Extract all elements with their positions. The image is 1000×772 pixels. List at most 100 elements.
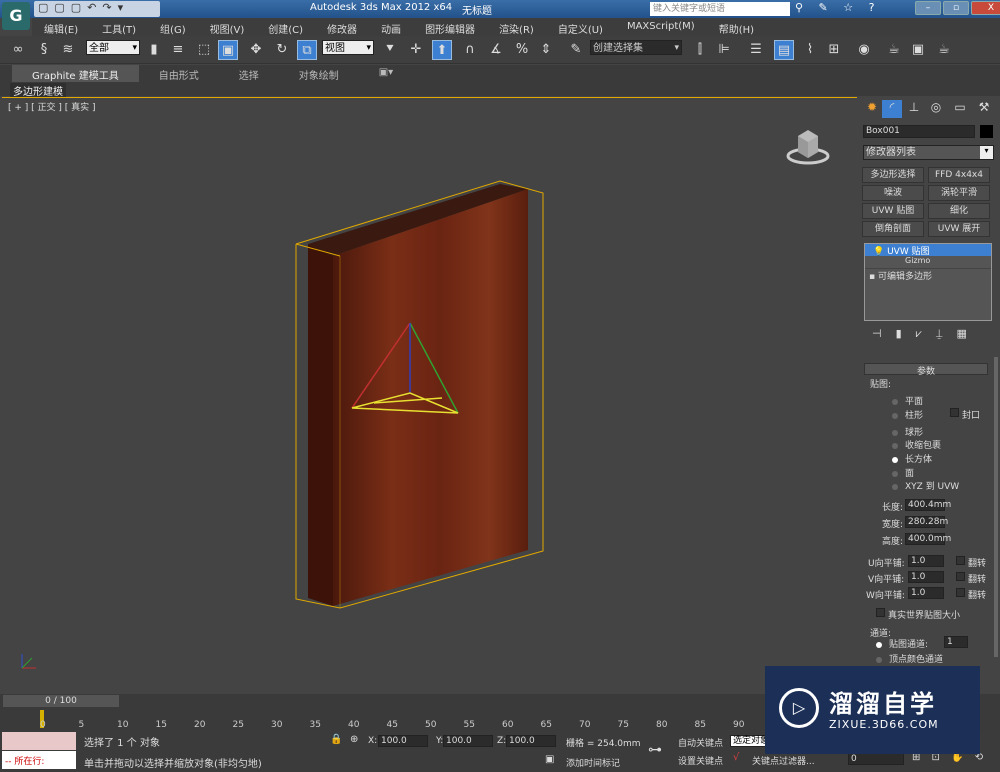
menu-edit[interactable]: 编辑(E) xyxy=(32,18,90,36)
menu-group[interactable]: 组(G) xyxy=(148,18,198,36)
rotate-icon[interactable]: ↻ xyxy=(272,40,292,60)
chevron-down-icon[interactable]: ▾ xyxy=(980,146,993,159)
height-input[interactable]: 400.0mm xyxy=(905,533,951,545)
stack-item-gizmo[interactable]: Gizmo xyxy=(865,256,991,268)
menu-rendering[interactable]: 渲染(R) xyxy=(487,18,546,36)
manipulate-icon[interactable]: ✛ xyxy=(406,40,426,60)
current-row-label[interactable]: -- 所在行: xyxy=(2,751,76,769)
modifier-button-tessellate[interactable]: 细化 xyxy=(928,203,990,219)
polygon-modeling-label[interactable]: 多边形建模 xyxy=(10,83,66,98)
radio-spherical[interactable]: 球形 xyxy=(892,425,923,438)
width-input[interactable]: 280.28m xyxy=(905,516,948,528)
time-slider[interactable]: 0 / 100 xyxy=(3,695,119,707)
render-setup-icon[interactable]: ☕ xyxy=(884,40,904,60)
edit-named-selection-icon[interactable]: ✎ xyxy=(566,40,586,60)
quick-access-toolbar[interactable]: ▢▢▢↶↷▾ xyxy=(34,1,160,17)
curve-editor-icon[interactable]: ⌇ xyxy=(800,40,820,60)
percent-snap-icon[interactable]: % xyxy=(512,40,532,60)
rectangle-selection-icon[interactable]: ⬚ xyxy=(194,40,214,60)
modifier-button-uvw-map[interactable]: UVW 贴图 xyxy=(862,203,924,219)
current-frame-input[interactable]: 0 xyxy=(848,753,904,765)
radio-cylindrical[interactable]: 柱形 xyxy=(892,408,923,421)
key-filters-button[interactable]: 关键点过滤器... xyxy=(752,754,815,767)
key-icon[interactable]: ⊶ xyxy=(648,742,662,758)
radio-planar[interactable]: 平面 xyxy=(892,394,923,407)
align-icon[interactable]: ⊫ xyxy=(714,40,734,60)
tab-selection[interactable]: 选择 xyxy=(219,65,279,82)
minimize-button[interactable]: – xyxy=(915,1,941,15)
spinner-snap-icon[interactable]: ⇕ xyxy=(536,40,556,60)
unlink-icon[interactable]: § xyxy=(34,40,54,60)
hierarchy-tab-icon[interactable]: ⊥ xyxy=(904,100,924,118)
auto-key-button[interactable]: 自动关键点 xyxy=(678,736,723,749)
modifier-list-dropdown[interactable]: 修改器列表 xyxy=(863,145,994,160)
radio-shrink-wrap[interactable]: 收缩包裹 xyxy=(892,438,941,451)
select-object-icon[interactable]: ▮ xyxy=(144,40,164,60)
add-time-tag-button[interactable]: 添加时间标记 xyxy=(566,756,620,769)
search-input[interactable]: 键入关键字或短语 xyxy=(650,2,790,16)
real-world-checkbox[interactable] xyxy=(876,608,885,617)
move-icon[interactable]: ✥ xyxy=(246,40,266,60)
modifier-button-unwrap-uvw[interactable]: UVW 展开 xyxy=(928,221,990,237)
menu-create[interactable]: 创建(C) xyxy=(256,18,315,36)
radio-face[interactable]: 面 xyxy=(892,466,914,479)
link-icon[interactable]: ∞ xyxy=(8,40,28,60)
radio-xyz-to-uvw[interactable]: XYZ 到 UVW xyxy=(892,479,959,492)
modifier-button-poly-select[interactable]: 多边形选择 xyxy=(862,167,924,183)
u-tile-input[interactable]: 1.0 xyxy=(908,555,944,567)
scale-icon[interactable]: ⧉ xyxy=(297,40,317,60)
app-logo-button[interactable]: G xyxy=(2,2,30,30)
menu-views[interactable]: 视图(V) xyxy=(198,18,257,36)
y-coord-input[interactable]: 100.0 xyxy=(443,735,493,747)
mirror-icon[interactable]: ⫿ xyxy=(690,40,710,60)
stack-item-editable-poly[interactable]: ▪ 可编辑多边形 xyxy=(865,268,991,282)
object-color-swatch[interactable] xyxy=(980,125,993,138)
absolute-mode-icon[interactable]: ⊕ xyxy=(350,734,358,745)
stack-tools-icons[interactable]: ⊣▮⩗⍊▦ xyxy=(872,327,981,341)
tab-object-paint[interactable]: 对象绘制 xyxy=(279,65,359,82)
close-button[interactable]: X xyxy=(971,1,1000,15)
rendered-frame-icon[interactable]: ▣ xyxy=(908,40,928,60)
viewport[interactable]: [ + ] [ 正交 ] [ 真实 ] xyxy=(2,97,857,694)
time-tag-icon[interactable]: ▣ xyxy=(545,754,554,765)
menu-help[interactable]: 帮助(H) xyxy=(707,18,766,36)
modifier-button-ffd[interactable]: FFD 4x4x4 xyxy=(928,167,990,183)
named-selection-dropdown[interactable]: 创建选择集 xyxy=(590,40,682,56)
map-channel-input[interactable]: 1 xyxy=(944,636,968,648)
radio-vertex-color[interactable]: 顶点颜色通道 xyxy=(876,652,943,665)
v-tile-input[interactable]: 1.0 xyxy=(908,571,944,583)
length-input[interactable]: 400.4mm xyxy=(905,499,951,511)
selection-filter-dropdown[interactable]: 全部 xyxy=(86,40,140,56)
menu-modifiers[interactable]: 修改器 xyxy=(315,18,369,36)
x-coord-input[interactable]: 100.0 xyxy=(378,735,428,747)
modifier-button-bevel-profile[interactable]: 倒角剖面 xyxy=(862,221,924,237)
menu-tools[interactable]: 工具(T) xyxy=(90,18,148,36)
menu-customize[interactable]: 自定义(U) xyxy=(546,18,615,36)
panel-scrollbar[interactable] xyxy=(994,357,998,657)
wood-box-object[interactable] xyxy=(2,98,857,695)
object-name-input[interactable]: Box001 xyxy=(863,125,975,138)
tab-graphite[interactable]: Graphite 建模工具 xyxy=(12,65,139,82)
reference-coord-dropdown[interactable]: 视图 xyxy=(322,40,374,56)
lock-icon[interactable]: 🔒 xyxy=(330,734,342,745)
stack-item-uvw-map[interactable]: 💡 UVW 贴图 xyxy=(865,244,991,257)
graphite-toggle-icon[interactable]: ▤ xyxy=(774,40,794,60)
maxscript-listener[interactable] xyxy=(2,732,76,750)
select-by-name-icon[interactable]: ≡ xyxy=(168,40,188,60)
window-crossing-icon[interactable]: ▣ xyxy=(218,40,238,60)
cap-checkbox[interactable] xyxy=(950,408,959,417)
infocenter-icons[interactable]: ⚲ ✎ ☆ ? xyxy=(795,1,880,14)
material-editor-icon[interactable]: ◉ xyxy=(854,40,874,60)
modifier-button-noise[interactable]: 噪波 xyxy=(862,185,924,201)
set-key-button[interactable]: 设置关键点 xyxy=(678,754,723,767)
w-tile-input[interactable]: 1.0 xyxy=(908,587,944,599)
menu-graph-editors[interactable]: 图形编辑器 xyxy=(413,18,487,36)
ribbon-options-icon[interactable]: ▣▾ xyxy=(359,65,413,82)
radio-map-channel[interactable]: 贴图通道: xyxy=(876,637,928,650)
u-flip-checkbox[interactable] xyxy=(956,556,965,565)
display-tab-icon[interactable]: ▭ xyxy=(950,100,970,118)
pivot-icon[interactable]: ⯆ xyxy=(380,40,400,60)
z-coord-input[interactable]: 100.0 xyxy=(506,735,556,747)
bind-spacewarp-icon[interactable]: ≋ xyxy=(58,40,78,60)
layer-manager-icon[interactable]: ☰ xyxy=(746,40,766,60)
